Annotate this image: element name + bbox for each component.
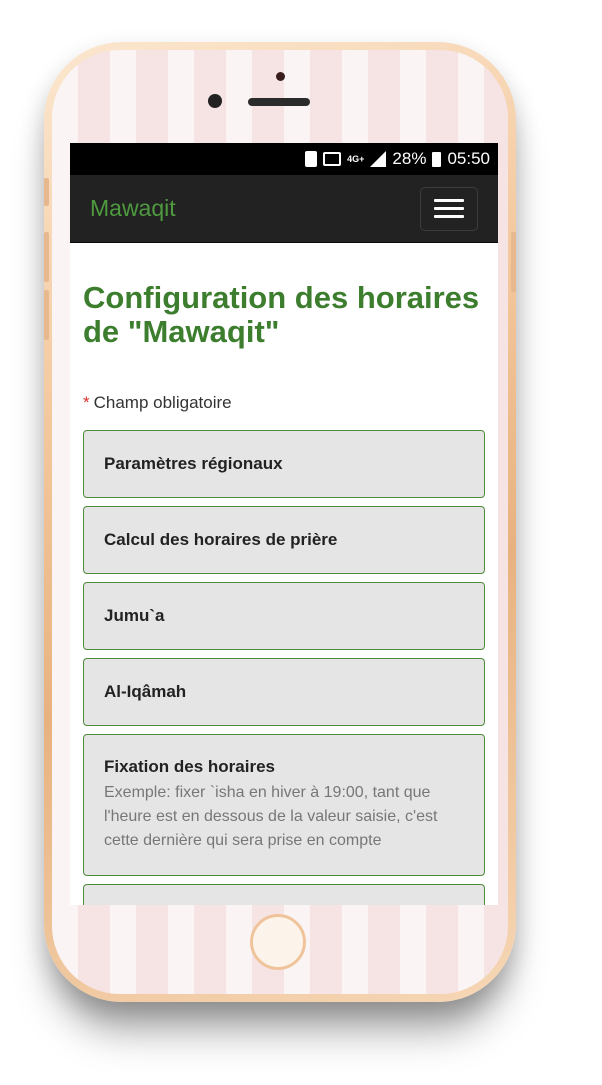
hamburger-icon bbox=[434, 199, 464, 202]
volume-up-button bbox=[44, 232, 49, 282]
main-content: Configuration des horaires de "Mawaqit" … bbox=[70, 243, 498, 905]
panel-jumua[interactable]: Jumu`a bbox=[83, 582, 485, 650]
battery-icon bbox=[432, 151, 442, 167]
panel-description: Exemple: fixer `isha en hiver à 19:00, t… bbox=[104, 784, 438, 849]
home-button[interactable] bbox=[250, 914, 306, 970]
panel-title: Calcul des horaires de prière bbox=[104, 530, 338, 549]
phone-screen: 4G+ 28% 05:50 Mawaqit Configuration des … bbox=[70, 143, 498, 905]
power-button bbox=[511, 232, 516, 292]
volume-down-button bbox=[44, 290, 49, 340]
clock: 05:50 bbox=[447, 149, 490, 168]
cast-icon bbox=[323, 152, 342, 166]
panel-regional-settings[interactable]: Paramètres régionaux bbox=[83, 430, 485, 498]
panel-title: Jumu`a bbox=[104, 606, 165, 625]
mute-switch bbox=[44, 178, 49, 206]
panel-title: Paramètres régionaux bbox=[104, 454, 283, 473]
battery-percent: 28% bbox=[392, 149, 427, 168]
proximity-sensor bbox=[276, 72, 285, 81]
page-title: Configuration des horaires de "Mawaqit" bbox=[83, 280, 480, 349]
earpiece-speaker bbox=[248, 98, 310, 106]
panel-next[interactable] bbox=[83, 884, 485, 905]
battery-saver-icon bbox=[305, 151, 318, 167]
panel-fixed-times[interactable]: Fixation des horaires Exemple: fixer `is… bbox=[83, 734, 485, 876]
signal-icon bbox=[370, 151, 387, 167]
required-text: Champ obligatoire bbox=[93, 393, 232, 412]
status-bar: 4G+ 28% 05:50 bbox=[70, 143, 498, 175]
required-star: * bbox=[83, 393, 90, 412]
navbar: Mawaqit bbox=[70, 175, 498, 243]
panel-title: Fixation des horaires bbox=[104, 757, 275, 776]
panel-title: Al-Iqâmah bbox=[104, 682, 187, 701]
required-note: * Champ obligatoire bbox=[83, 393, 485, 413]
front-camera bbox=[208, 94, 222, 108]
menu-toggle-button[interactable] bbox=[420, 186, 478, 231]
network-type: 4G+ bbox=[347, 153, 365, 164]
panel-iqamah[interactable]: Al-Iqâmah bbox=[83, 658, 485, 726]
brand-link[interactable]: Mawaqit bbox=[90, 195, 176, 222]
panel-prayer-calculation[interactable]: Calcul des horaires de prière bbox=[83, 506, 485, 574]
